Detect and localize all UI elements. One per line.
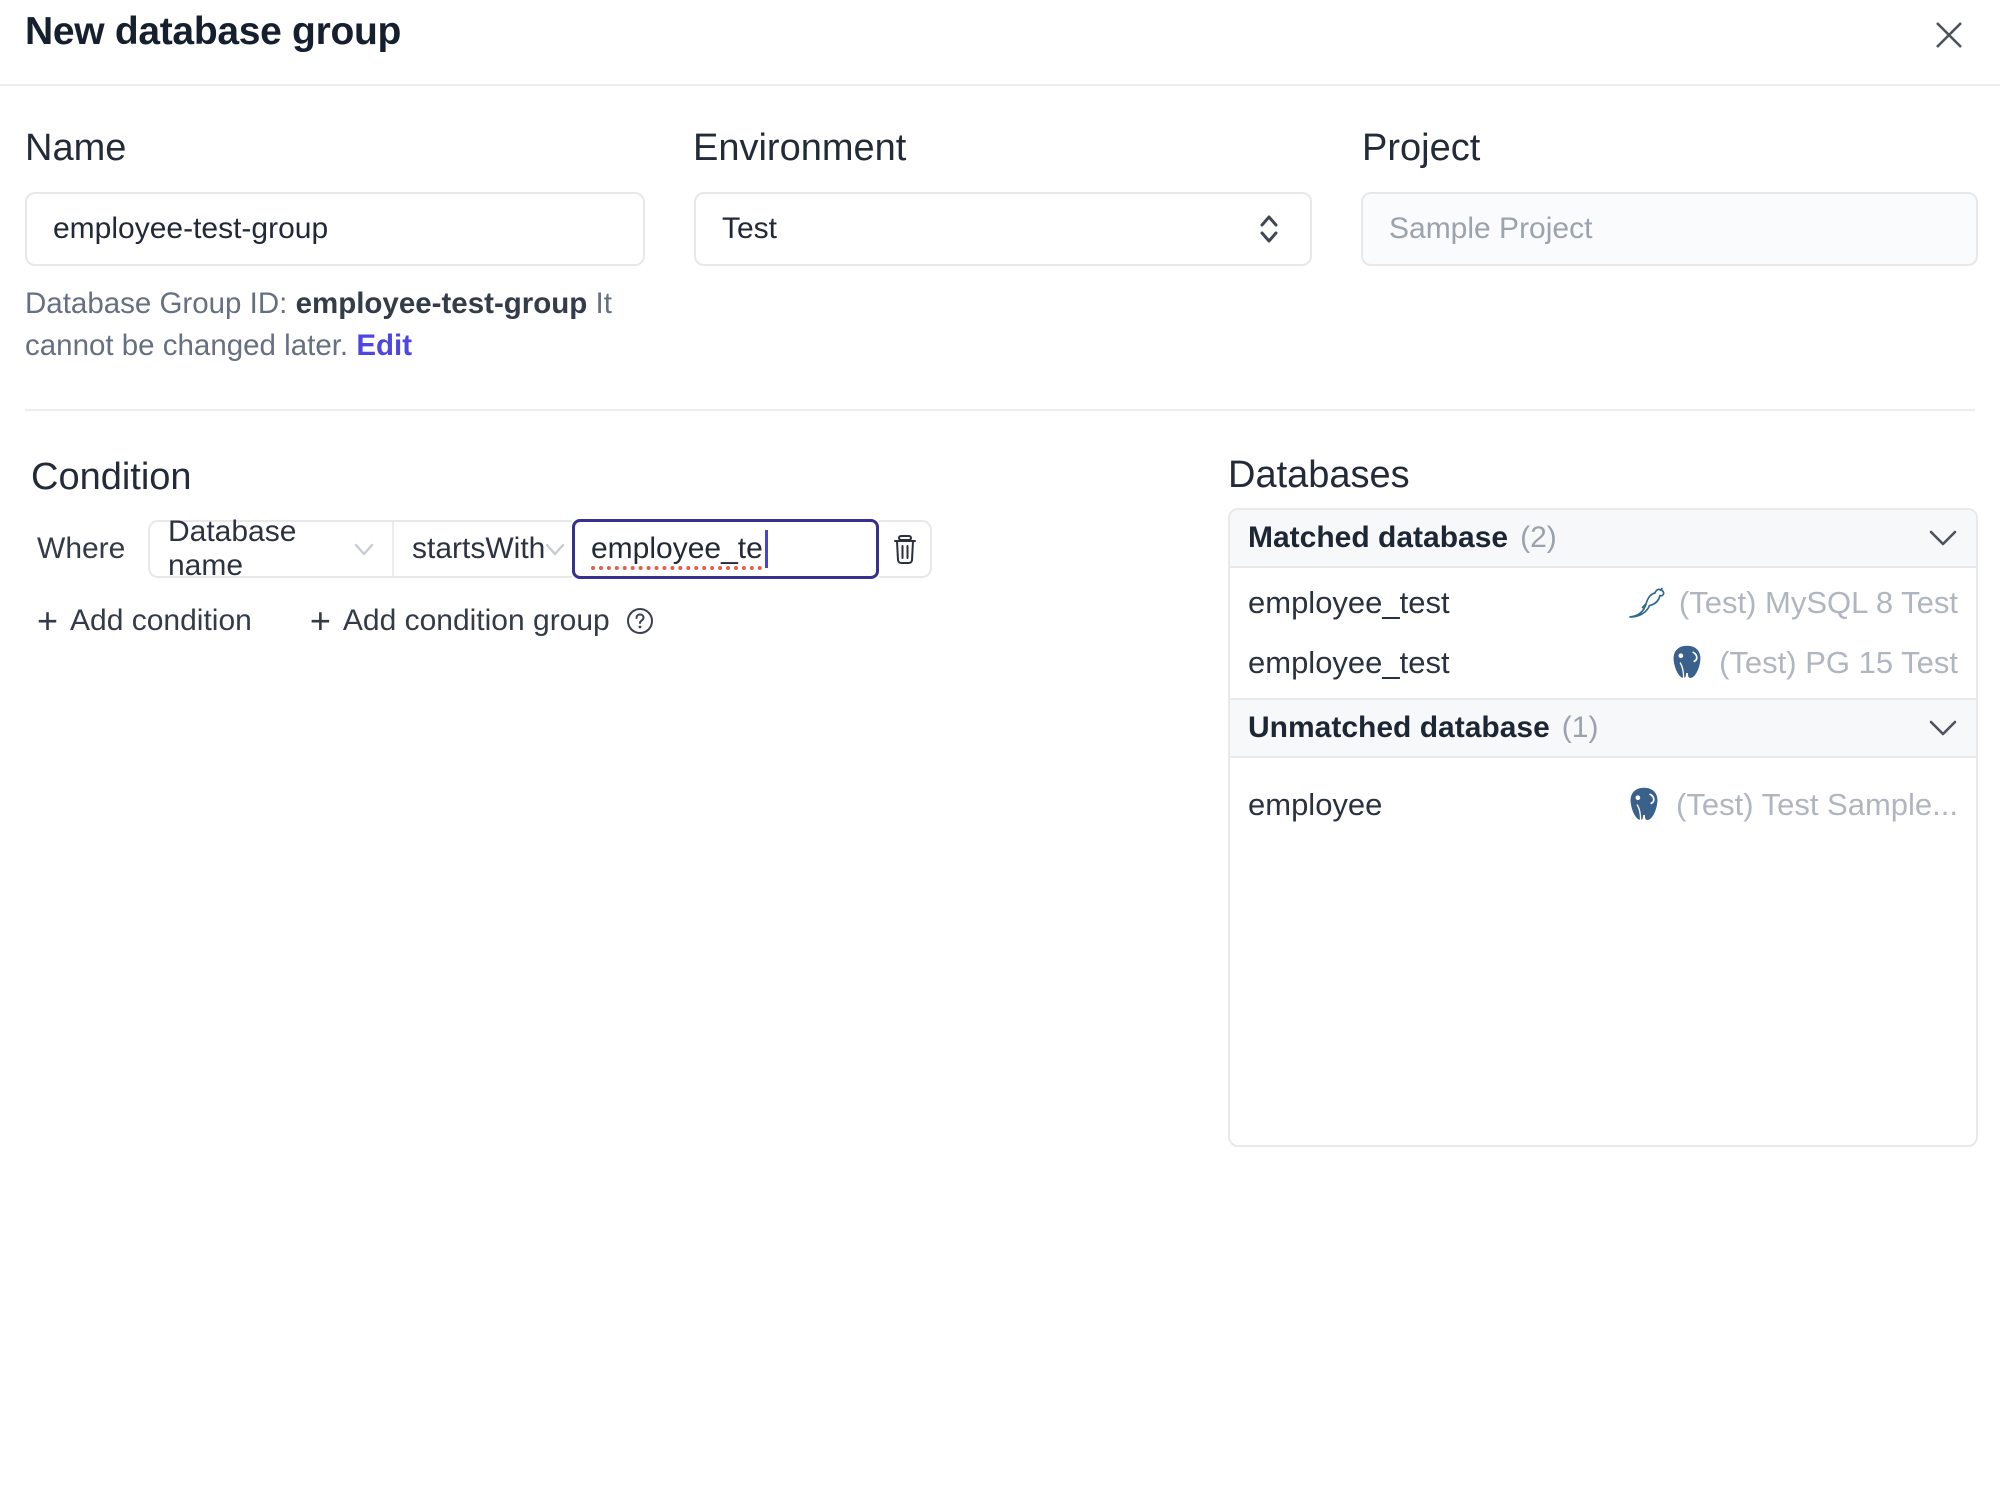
databases-panel: Matched database (2) employee_test (Test… [1228,508,1978,1147]
unmatched-database-count: (1) [1561,711,1599,744]
postgresql-icon [1667,643,1707,683]
where-label: Where [37,532,126,565]
name-input-value: employee-test-group [53,212,329,245]
name-input[interactable]: employee-test-group [25,192,645,266]
add-condition-label: Add condition [70,604,252,637]
matched-database-header[interactable]: Matched database (2) [1230,510,1976,568]
section-divider [25,409,1975,411]
database-name: employee [1248,787,1383,822]
close-icon [1931,17,1967,53]
mysql-icon [1627,583,1667,623]
databases-heading: Databases [1228,454,1410,496]
new-database-group-dialog: New database group Name Environment Proj… [0,0,2000,1500]
condition-field-value: Database name [168,515,297,582]
database-row: employee (Test) Test Sample... [1230,763,1976,847]
condition-row: Database name startsWith employee_te [148,515,932,582]
database-name: employee_test [1248,645,1450,680]
chevron-down-icon [545,543,565,556]
condition-operator-value: startsWith [412,532,546,565]
chevron-down-icon [1928,719,1958,737]
condition-selectors: Database name startsWith [148,515,572,582]
add-condition-group-label: Add condition group [342,604,610,637]
condition-value-input[interactable]: employee_te [572,519,879,579]
database-instance: (Test) PG 15 Test [1667,643,1958,683]
id-note-prefix: Database Group ID: [25,287,296,320]
database-group-id-note: Database Group ID: employee-test-group I… [25,283,680,367]
chevron-down-icon [1928,529,1958,547]
condition-value-text: employee_te [591,532,763,565]
environment-select-value: Test [722,212,778,245]
instance-label: (Test) Test Sample... [1676,787,1958,822]
condition-field-select[interactable]: Database name [150,515,392,582]
project-input-value: Sample Project [1389,212,1593,245]
header-divider [0,84,2000,86]
database-instance: (Test) Test Sample... [1624,785,1958,825]
trash-icon [890,533,920,565]
database-instance: (Test) MySQL 8 Test [1627,583,1958,623]
condition-actions: + Add condition + Add condition group [37,598,654,644]
updown-chevron-icon [1254,209,1284,249]
matched-database-count: (2) [1520,521,1557,554]
database-name: employee_test [1248,585,1450,620]
condition-heading: Condition [31,456,192,498]
condition-operator-select[interactable]: startsWith [394,522,572,576]
environment-select[interactable]: Test [694,192,1312,266]
instance-label: (Test) MySQL 8 Test [1678,585,1958,620]
project-input[interactable]: Sample Project [1361,192,1978,266]
environment-label: Environment [693,127,907,169]
database-row: employee_test (Test) MySQL 8 Test [1230,573,1976,633]
page-title: New database group [25,10,402,53]
instance-label: (Test) PG 15 Test [1719,645,1958,680]
plus-icon: + [37,600,59,641]
text-caret [764,530,768,568]
unmatched-database-rows: employee (Test) Test Sample... [1230,758,1976,852]
add-condition-group-button[interactable]: + Add condition group [310,603,654,639]
help-icon[interactable] [626,607,654,635]
database-row: employee_test (Test) PG 15 Test [1230,633,1976,693]
close-button[interactable] [1922,8,1976,62]
matched-database-title: Matched database [1248,521,1509,554]
chevron-down-icon [354,543,374,556]
id-note-id: employee-test-group [295,287,588,320]
matched-database-rows: employee_test (Test) MySQL 8 Test employ… [1230,568,1976,698]
project-label: Project [1362,127,1481,169]
plus-icon: + [309,600,331,641]
unmatched-database-header[interactable]: Unmatched database (1) [1230,698,1976,758]
name-label: Name [25,127,127,169]
delete-condition-button[interactable] [879,520,932,578]
unmatched-database-title: Unmatched database [1248,711,1550,744]
postgresql-icon [1624,785,1664,825]
add-condition-button[interactable]: + Add condition [37,603,252,639]
edit-id-link[interactable]: Edit [356,329,412,362]
